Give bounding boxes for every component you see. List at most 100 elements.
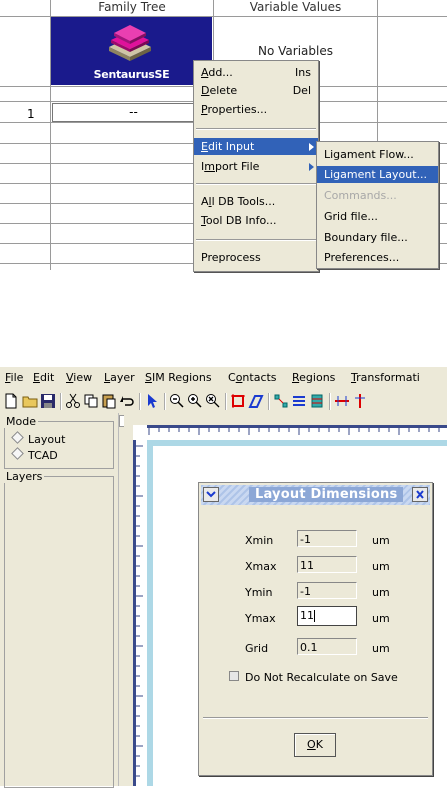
menu-sim-regions[interactable]: SIM Regions [145,371,212,384]
radio-diamond-icon [11,447,24,460]
menu-label: elete [209,84,238,97]
submenu-item-grid-file[interactable]: Grid file... [317,208,438,225]
no-variables-text: No Variables [258,44,333,58]
menu-item-all-db-tools[interactable]: All DB Tools... [194,193,318,210]
stack-icon[interactable] [309,393,325,409]
menu-regions[interactable]: Regions [292,371,335,384]
mode-group-title: Mode [4,415,38,428]
menu-transformations[interactable]: Transformati [351,371,420,384]
splitter-line [118,413,119,786]
zoom-out-icon[interactable] [169,393,185,409]
cut-icon[interactable] [65,393,81,409]
submenu-item-boundary-file[interactable]: Boundary file... [317,229,438,246]
menu-item-edit-input[interactable]: Edit Input [194,138,318,155]
menu-separator [196,128,316,130]
grid-field[interactable]: 0.1 [297,638,357,655]
dialog-titlebar[interactable]: Layout Dimensions [201,485,430,505]
menu-label: egions [299,371,336,384]
workbench-panel: Family Tree Variable Values SentaurusSE … [0,0,447,272]
layers-group [4,476,114,788]
ymax-unit: um [372,612,390,625]
menu-label: dit [39,371,55,384]
distribute-icon[interactable] [291,393,307,409]
row-value-cell[interactable]: -- [52,103,215,122]
menu-item-preprocess[interactable]: Preprocess [194,249,318,266]
vertical-cut-icon[interactable] [352,393,368,409]
copy-icon[interactable] [83,393,99,409]
dialog-separator [203,717,428,719]
ymax-label: Ymax [245,612,276,625]
toolbar-separator [60,393,62,410]
horizontal-cut-icon[interactable] [334,393,350,409]
menu-item-properties[interactable]: Properties... [194,101,318,118]
menu-item-delete[interactable]: Delete Del [194,82,318,99]
radio-label: Layout [28,433,66,446]
submenu-item-ligament-flow[interactable]: Ligament Flow... [317,146,438,163]
submenu-item-commands: Commands... [324,189,397,202]
xmax-label: Xmax [245,560,277,573]
save-icon[interactable] [40,393,56,409]
menu-separator [196,183,316,185]
do-not-recalculate-checkbox[interactable]: Do Not Recalculate on Save [229,671,398,684]
header-family-tree[interactable]: Family Tree [51,0,213,16]
menu-accel: S [145,371,152,384]
left-panel: Mode Layout TCAD Layers [0,413,118,788]
zoom-fit-icon[interactable] [205,393,221,409]
menu-separator [196,239,316,241]
zoom-in-icon[interactable] [187,393,203,409]
header-variable-values[interactable]: Variable Values [214,0,377,16]
menu-view[interactable]: View [66,371,92,384]
select-arrow-icon[interactable] [144,393,160,409]
xmax-unit: um [372,560,390,573]
sentaurus-logo-icon [109,25,151,61]
toolbar-separator [268,393,270,410]
open-folder-icon[interactable] [22,393,38,409]
close-icon [416,490,424,499]
submenu-item-preferences[interactable]: Preferences... [317,249,438,266]
menu-label: ayer [110,371,135,384]
paste-icon[interactable] [101,393,117,409]
canvas-frame [124,413,447,425]
dialog-title: Layout Dimensions [249,487,404,502]
menu-layer[interactable]: Layer [104,371,135,384]
mode-radio-tcad[interactable]: TCAD [11,447,58,462]
vertical-ruler [133,440,147,786]
menu-item-import-file[interactable]: Import File [194,158,318,175]
tool-label: SentaurusSE [93,68,170,81]
submenu-arrow-icon [309,163,314,171]
menu-label: ransformati [356,371,420,384]
menu-item-tool-db-info[interactable]: Tool DB Info... [194,212,318,229]
tool-node-sentaurus[interactable]: SentaurusSE [51,17,212,85]
grid-label: Grid [245,642,269,655]
polygon-tool-icon[interactable] [248,393,264,409]
dialog-close-button[interactable] [412,487,428,502]
menu-file[interactable]: File [5,371,23,384]
undo-icon[interactable] [119,393,135,409]
menu-edit[interactable]: Edit [33,371,54,384]
ymax-field[interactable]: 11 [297,606,357,626]
text-cursor [314,610,315,622]
ok-label-rest: K [315,738,323,751]
toolbar-separator [139,393,141,410]
ymax-value: 11 [300,609,314,622]
menu-label: l DB Tools... [211,195,276,208]
menu-accel: E [33,371,40,384]
ok-button[interactable]: OK [294,733,336,757]
menu-accel: m [204,160,215,173]
window-menu-button[interactable] [203,487,219,502]
submenu-item-ligament-layout[interactable]: Ligament Layout... [317,166,438,183]
xmax-field[interactable]: 11 [297,556,357,573]
menu-item-add[interactable]: Add... Ins [194,64,318,81]
toolbar-separator [225,393,227,410]
mode-radio-layout[interactable]: Layout [11,431,66,446]
xmin-field[interactable]: -1 [297,530,357,547]
rectangle-tool-icon[interactable] [230,393,246,409]
grid-unit: um [372,642,390,655]
ymin-field[interactable]: -1 [297,582,357,599]
new-file-icon[interactable] [3,393,19,409]
menu-label: ool DB Info... [205,214,277,227]
menu-label: port File [214,160,260,173]
align-icon[interactable] [273,393,289,409]
row-number: 1 [27,107,35,121]
menu-contacts[interactable]: Contacts [228,371,277,384]
